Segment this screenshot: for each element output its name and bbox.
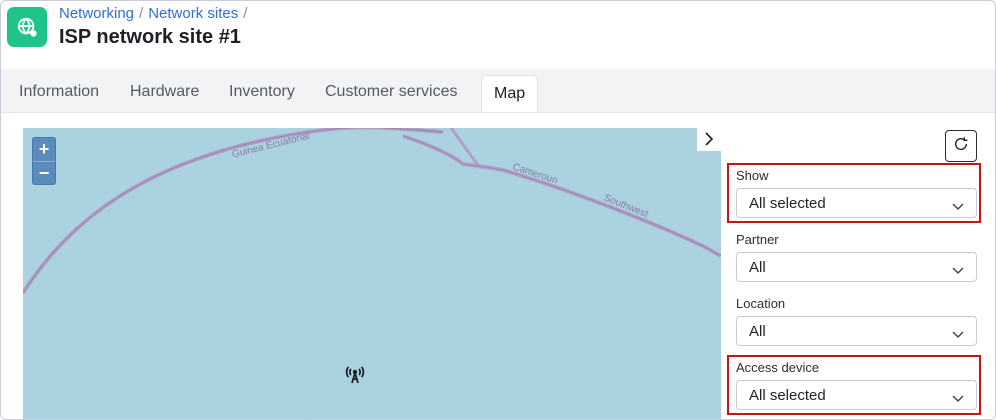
map-canvas[interactable]: Guinea Ecuatorial Cameroun Southwest + − (23, 128, 721, 419)
access-device-filter: Access device All selected (736, 360, 977, 410)
page-title: ISP network site #1 (59, 26, 241, 48)
map-filter-sidebar: Show All selected Partner All Location A… (721, 113, 995, 419)
chevron-down-icon (952, 198, 964, 215)
globe-network-icon (7, 7, 47, 47)
refresh-button[interactable] (945, 130, 977, 162)
location-select[interactable]: All (736, 316, 977, 346)
chevron-down-icon (952, 390, 964, 407)
map-boundaries: Guinea Ecuatorial Cameroun Southwest (23, 128, 721, 419)
app-frame: Networking / Network sites / ISP network si… (0, 0, 996, 420)
zoom-in-button[interactable]: + (33, 138, 55, 161)
location-filter-label: Location (736, 296, 786, 311)
partner-select[interactable]: All (736, 252, 977, 282)
chevron-down-icon (952, 326, 964, 343)
breadcrumb-link-networking[interactable]: Networking (59, 5, 134, 22)
breadcrumb-separator: / (243, 5, 248, 22)
chevron-down-icon (952, 262, 964, 279)
tab-inventory[interactable]: Inventory (217, 81, 307, 112)
breadcrumb-separator: / (139, 5, 144, 22)
show-select-value: All selected (749, 195, 826, 212)
tab-map[interactable]: Map (481, 75, 539, 112)
access-device-select[interactable]: All selected (736, 380, 977, 410)
tab-information[interactable]: Information (7, 81, 111, 112)
show-select[interactable]: All selected (736, 188, 977, 218)
tab-customer-services[interactable]: Customer services (313, 81, 469, 112)
location-select-value: All (749, 323, 766, 340)
partner-select-value: All (749, 259, 766, 276)
map-label-cameroun: Cameroun (511, 162, 559, 187)
partner-filter-label: Partner (736, 232, 779, 247)
partner-filter: Partner All (736, 232, 977, 282)
tab-hardware[interactable]: Hardware (118, 81, 211, 112)
tabs-bar: Information Hardware Inventory Customer … (1, 69, 995, 112)
location-filter: Location All (736, 296, 977, 346)
refresh-icon (953, 136, 969, 157)
show-filter: Show All selected (736, 168, 977, 218)
access-device-filter-label: Access device (736, 360, 820, 375)
zoom-control: + − (32, 137, 56, 185)
show-filter-label: Show (736, 168, 769, 183)
breadcrumb-link-network-sites[interactable]: Network sites (148, 5, 238, 22)
chevron-right-icon[interactable] (697, 127, 721, 151)
zoom-out-button[interactable]: − (33, 162, 55, 185)
access-device-select-value: All selected (749, 387, 826, 404)
map-tab-content: Guinea Ecuatorial Cameroun Southwest + − (1, 112, 995, 419)
radio-tower-icon[interactable] (343, 362, 367, 386)
page-header: Networking / Network sites / ISP network si… (1, 1, 995, 69)
breadcrumb: Networking / Network sites / (59, 5, 252, 22)
